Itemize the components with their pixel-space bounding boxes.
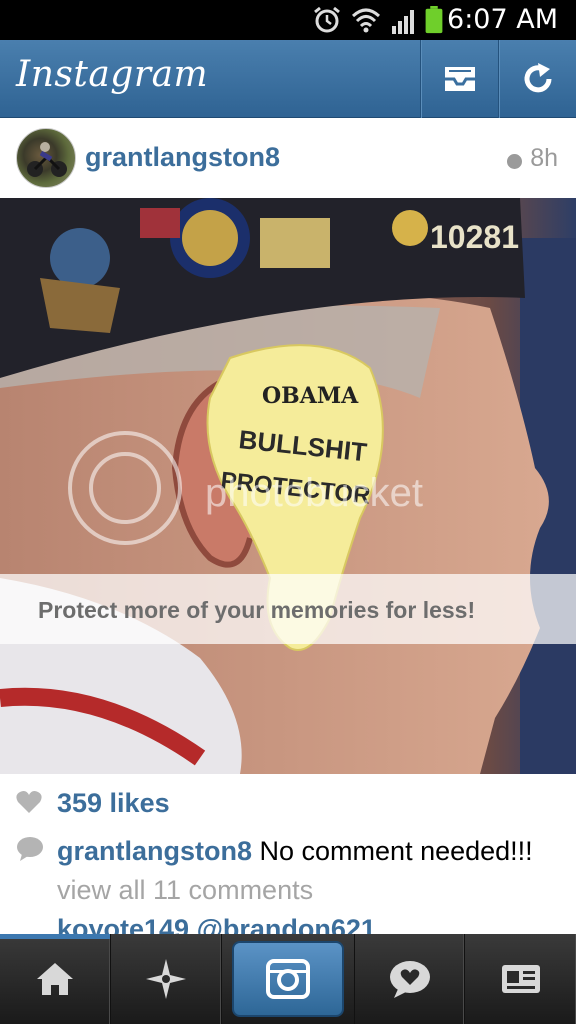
comment-icon bbox=[17, 837, 43, 861]
comment-preview[interactable]: koyote149 @brandon621 bbox=[57, 914, 376, 934]
signal-icon bbox=[392, 10, 414, 34]
wifi-icon bbox=[351, 8, 381, 33]
like-count[interactable]: 359 likes bbox=[57, 788, 170, 819]
nav-camera[interactable] bbox=[222, 934, 354, 1024]
nav-explore[interactable] bbox=[111, 934, 222, 1024]
post-header: grantlangston8 8h bbox=[0, 118, 576, 198]
app-header: Instagram bbox=[0, 40, 576, 118]
post-username[interactable]: grantlangston8 bbox=[85, 142, 280, 173]
heart-icon[interactable] bbox=[16, 790, 42, 814]
inbox-button[interactable] bbox=[420, 40, 498, 118]
refresh-icon bbox=[524, 63, 551, 93]
explore-icon bbox=[146, 959, 186, 999]
activity-icon bbox=[389, 961, 430, 998]
battery-icon bbox=[425, 6, 443, 34]
nav-activity[interactable] bbox=[354, 934, 465, 1024]
view-all-comments-link[interactable]: view all 11 comments bbox=[57, 875, 313, 906]
caption: grantlangston8 No comment needed!!! bbox=[57, 836, 533, 867]
camera-icon bbox=[266, 959, 310, 999]
caption-username[interactable]: grantlangston8 bbox=[57, 836, 252, 866]
nav-profile[interactable] bbox=[465, 934, 576, 1024]
camera-button[interactable] bbox=[232, 941, 344, 1017]
avatar[interactable] bbox=[16, 128, 76, 188]
promo-banner: Protect more of your memories for less! bbox=[38, 597, 475, 623]
inbox-icon bbox=[444, 67, 475, 91]
post-time: 8h bbox=[530, 144, 558, 172]
profile-icon bbox=[501, 965, 540, 993]
alarm-icon bbox=[314, 6, 340, 33]
clock-icon bbox=[507, 154, 522, 169]
app-title: Instagram bbox=[16, 54, 209, 95]
nav-home[interactable] bbox=[0, 934, 111, 1024]
home-icon bbox=[37, 963, 73, 995]
sign-brand: OBAMA bbox=[262, 383, 359, 409]
refresh-button[interactable] bbox=[498, 40, 576, 118]
post-photo[interactable]: 10281 OBAMA BULLSHIT PROTECTOR photobuck… bbox=[0, 198, 576, 774]
post-footer: 359 likes grantlangston8 No comment need… bbox=[0, 774, 576, 934]
status-bar: 6:07 AM bbox=[0, 0, 576, 40]
bottom-nav bbox=[0, 934, 576, 1024]
caption-text: No comment needed!!! bbox=[252, 836, 533, 866]
hat-number: 10281 bbox=[430, 219, 519, 255]
watermark-text: photobucket bbox=[205, 471, 423, 515]
status-time: 6:07 AM bbox=[447, 4, 558, 35]
